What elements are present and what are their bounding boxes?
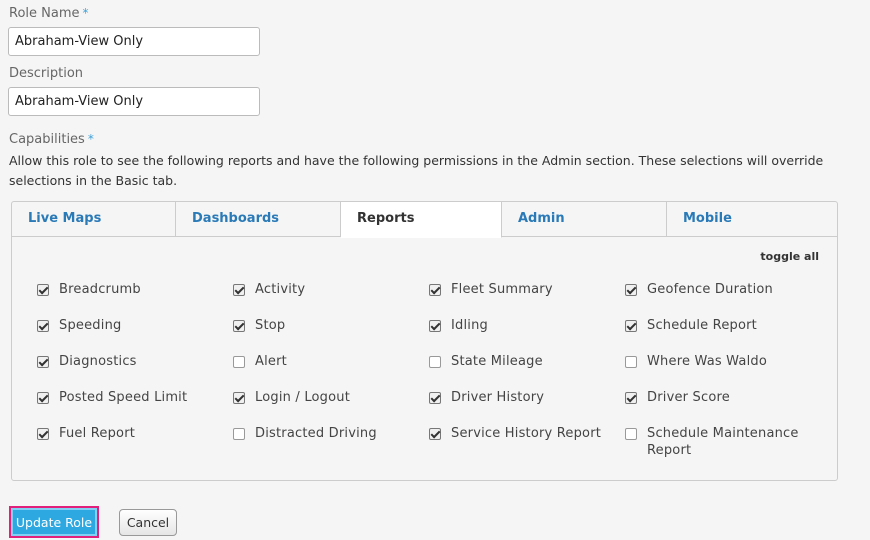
- capability-checkbox[interactable]: [429, 392, 441, 404]
- capability-schedule-report[interactable]: Schedule Report: [625, 317, 815, 334]
- description-label-text: Description: [9, 66, 84, 81]
- cancel-button[interactable]: Cancel: [119, 509, 177, 536]
- capability-fleet-summary[interactable]: Fleet Summary: [429, 281, 553, 298]
- capability-label: Driver Score: [647, 390, 730, 405]
- capability-label: Diagnostics: [59, 354, 137, 369]
- capability-posted-speed-limit[interactable]: Posted Speed Limit: [37, 389, 187, 406]
- capability-schedule-maintenance-report[interactable]: Schedule Maintenance Report: [625, 425, 815, 459]
- capability-state-mileage[interactable]: State Mileage: [429, 353, 543, 370]
- capability-speeding[interactable]: Speeding: [37, 317, 121, 334]
- description-label: Description: [9, 66, 83, 81]
- toggle-all-link[interactable]: toggle all: [760, 250, 819, 263]
- capability-label: Geofence Duration: [647, 282, 773, 297]
- capability-login-logout[interactable]: Login / Logout: [233, 389, 350, 406]
- capabilities-label: Capabilities *: [9, 132, 94, 147]
- capability-fuel-report[interactable]: Fuel Report: [37, 425, 135, 442]
- capability-checkbox[interactable]: [429, 356, 441, 368]
- role-name-label: Role Name *: [9, 6, 89, 21]
- capability-label: Activity: [255, 282, 306, 297]
- capability-distracted-driving[interactable]: Distracted Driving: [233, 425, 377, 442]
- capability-driver-score[interactable]: Driver Score: [625, 389, 815, 406]
- capability-activity[interactable]: Activity: [233, 281, 305, 298]
- role-name-input[interactable]: [8, 27, 260, 56]
- capability-breadcrumb[interactable]: Breadcrumb: [37, 281, 141, 298]
- capability-label: Fleet Summary: [451, 282, 553, 297]
- tab-reports[interactable]: Reports: [341, 202, 502, 238]
- capability-label: Driver History: [451, 390, 545, 405]
- capability-label: Login / Logout: [255, 390, 351, 405]
- capability-label: Speeding: [59, 318, 122, 333]
- capability-checkbox[interactable]: [233, 320, 245, 332]
- capability-idling[interactable]: Idling: [429, 317, 488, 334]
- capability-label: Idling: [451, 318, 489, 333]
- required-mark: *: [82, 6, 89, 20]
- capability-checkbox[interactable]: [233, 284, 245, 296]
- capabilities-help-text: Allow this role to see the following rep…: [9, 153, 824, 188]
- capability-checkbox[interactable]: [37, 428, 49, 440]
- capability-label: Schedule Report: [647, 318, 757, 333]
- capability-checkbox[interactable]: [625, 284, 637, 296]
- capability-label: Service History Report: [451, 426, 602, 441]
- tab-mobile[interactable]: Mobile: [667, 202, 839, 237]
- capability-stop[interactable]: Stop: [233, 317, 285, 334]
- capability-checkbox[interactable]: [233, 428, 245, 440]
- capability-driver-history[interactable]: Driver History: [429, 389, 544, 406]
- capability-checkbox[interactable]: [625, 428, 637, 440]
- capability-checkbox[interactable]: [37, 284, 49, 296]
- capability-label: Breadcrumb: [59, 282, 141, 297]
- tab-admin[interactable]: Admin: [502, 202, 667, 237]
- capability-checkbox[interactable]: [233, 392, 245, 404]
- required-mark: *: [87, 132, 94, 146]
- capability-label: Schedule Maintenance Report: [647, 426, 799, 458]
- description-input[interactable]: [8, 87, 260, 116]
- capability-label: Fuel Report: [59, 426, 136, 441]
- capability-checkbox[interactable]: [37, 356, 49, 368]
- tab-dashboards[interactable]: Dashboards: [176, 202, 341, 237]
- capability-checkbox[interactable]: [625, 356, 637, 368]
- capability-checkbox[interactable]: [37, 320, 49, 332]
- capability-label: State Mileage: [451, 354, 543, 369]
- tab-live-maps[interactable]: Live Maps: [12, 202, 176, 237]
- capability-checkbox[interactable]: [625, 392, 637, 404]
- capability-where-was-waldo[interactable]: Where Was Waldo: [625, 353, 815, 370]
- role-name-label-text: Role Name: [9, 6, 80, 21]
- capability-label: Distracted Driving: [255, 426, 377, 441]
- capability-label: Where Was Waldo: [647, 354, 767, 369]
- capability-checkbox[interactable]: [625, 320, 637, 332]
- capability-checkbox[interactable]: [429, 428, 441, 440]
- capability-service-history-report[interactable]: Service History Report: [429, 425, 601, 442]
- capability-checkbox[interactable]: [233, 356, 245, 368]
- update-role-button[interactable]: Update Role: [9, 506, 99, 538]
- capability-checkbox[interactable]: [429, 284, 441, 296]
- capabilities-label-text: Capabilities: [9, 132, 85, 147]
- capability-checkbox[interactable]: [429, 320, 441, 332]
- capability-label: Stop: [255, 318, 286, 333]
- capability-diagnostics[interactable]: Diagnostics: [37, 353, 137, 370]
- capability-label: Alert: [255, 354, 287, 369]
- capabilities-tabs: Live Maps Dashboards Reports Admin Mobile: [12, 202, 839, 238]
- capabilities-panel: Live Maps Dashboards Reports Admin Mobile to…: [11, 201, 838, 481]
- capability-alert[interactable]: Alert: [233, 353, 287, 370]
- capability-label: Posted Speed Limit: [59, 390, 188, 405]
- capability-geofence-duration[interactable]: Geofence Duration: [625, 281, 815, 298]
- capability-checkbox[interactable]: [37, 392, 49, 404]
